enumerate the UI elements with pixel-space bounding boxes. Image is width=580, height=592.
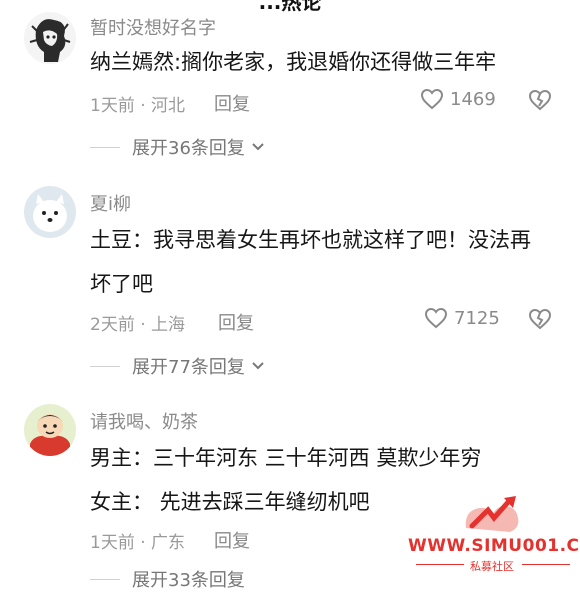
reply-button[interactable]: 回复 <box>214 90 250 116</box>
username[interactable]: 夏i柳 <box>90 190 131 216</box>
heart-icon <box>424 307 448 329</box>
comment-line: 土豆：我寻思着女生再坏也就这样了吧！没法再 <box>90 228 531 252</box>
expand-replies-label: 展开33条回复 <box>132 570 245 591</box>
expand-replies-button[interactable]: 展开36条回复 <box>90 134 265 160</box>
like-count: 1469 <box>450 88 496 110</box>
watermark: WWW.SIMU001.CN 私募社区 <box>408 492 580 576</box>
comment-text: 土豆：我寻思着女生再坏也就这样了吧！没法再 坏了吧 <box>90 218 531 306</box>
reply-button[interactable]: 回复 <box>218 309 254 335</box>
reply-button[interactable]: 回复 <box>214 527 250 553</box>
watermark-text: WWW.SIMU001.CN <box>408 536 580 556</box>
comment-time-location: 2天前 · 上海 <box>90 315 186 335</box>
username[interactable]: 请我喝、奶茶 <box>90 408 198 434</box>
expand-replies-label: 展开77条回复 <box>132 357 245 378</box>
expand-replies-button[interactable]: 展开33条回复 <box>90 566 245 592</box>
divider <box>90 578 120 580</box>
comment-line: 男主：三十年河东 三十年河西 莫欺少年穷 <box>90 446 482 470</box>
chevron-down-icon <box>252 143 264 151</box>
avatar[interactable] <box>24 12 76 64</box>
username[interactable]: 暂时没想好名字 <box>90 14 216 40</box>
comment-line: 纳兰嫣然:搁你老家，我退婚你还得做三年牢 <box>90 50 497 74</box>
watermark-subtitle: 私募社区 <box>470 560 514 573</box>
comment-time-location: 1天前 · 广东 <box>90 533 186 553</box>
like-button[interactable]: 1469 <box>420 88 496 110</box>
logo-icon <box>465 496 519 532</box>
heart-icon <box>420 88 444 110</box>
broken-heart-icon <box>528 308 552 330</box>
comment-text: 纳兰嫣然:搁你老家，我退婚你还得做三年牢 <box>90 40 496 84</box>
divider <box>416 564 464 565</box>
divider <box>522 564 570 565</box>
comment-line: 坏了吧 <box>90 272 153 296</box>
page-title-clipped: ...热论 <box>258 0 322 14</box>
avatar[interactable] <box>24 404 76 456</box>
divider <box>90 365 120 367</box>
expand-replies-label: 展开36条回复 <box>132 138 245 159</box>
dislike-button[interactable] <box>528 308 552 334</box>
dislike-button[interactable] <box>528 89 552 115</box>
chevron-down-icon <box>252 362 264 370</box>
divider <box>90 146 120 148</box>
comment-time-location: 1天前 · 河北 <box>90 96 186 116</box>
broken-heart-icon <box>528 89 552 111</box>
avatar[interactable] <box>24 186 76 238</box>
expand-replies-button[interactable]: 展开77条回复 <box>90 353 265 379</box>
like-button[interactable]: 7125 <box>424 307 500 329</box>
like-count: 7125 <box>454 307 500 329</box>
